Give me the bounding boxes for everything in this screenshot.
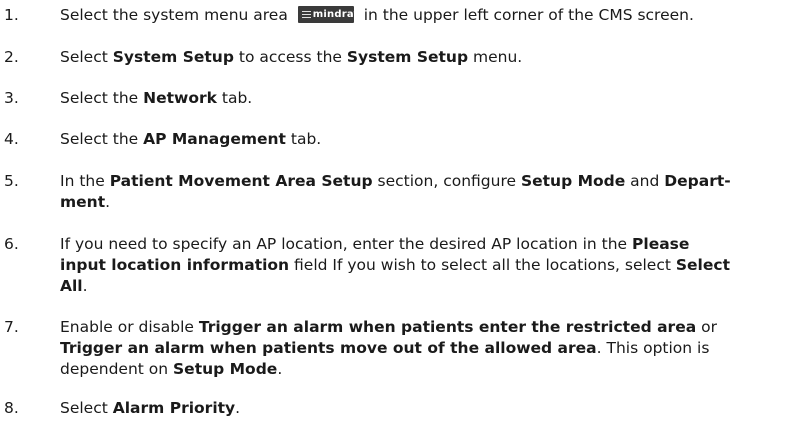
text-run: menu. [468,48,523,66]
text-run: Select the [60,130,144,148]
text-run: . This option is [596,339,710,357]
system-menu-icon: mindray [297,5,360,23]
text-run: Select [60,48,113,66]
text-run: in the upper left corner of the CMS scre… [358,6,694,24]
text-run: Enable or disable [60,318,199,336]
text-run: . [235,399,241,417]
step-text: Select Alarm Priority. [60,398,795,419]
text-run: dependent on [60,360,174,378]
bold-term: Setup Mode [173,360,278,378]
bold-term: Setup Mode [520,172,626,190]
step-number: 5. [4,172,19,190]
text-run: tab. [285,130,322,148]
text-run: . [277,360,283,378]
bold-term: AP Management [143,130,286,148]
step-text: Select the AP Management tab. [60,129,795,150]
bold-term: Select [675,256,730,274]
text-run: In the [60,172,110,190]
step-number: 2. [4,48,19,66]
text-run: or [696,318,717,336]
text-run: Select the [60,89,144,107]
bold-term: ment [60,193,106,211]
step-number: 4. [4,130,19,148]
step-number: 6. [4,235,19,253]
bold-term: Trigger an alarm when patients move out … [60,339,597,357]
step-text: Select the Network tab. [60,88,795,109]
text-run: field If you wish to select all the loca… [289,256,676,274]
text-run: tab. [216,89,253,107]
text-run: and [625,172,665,190]
step-number: 1. [4,6,19,24]
bold-term: Please [632,235,690,253]
step-number: 7. [4,318,19,336]
text-run: to access the [233,48,347,66]
step-number: 8. [4,399,19,417]
text-run: Select [60,399,113,417]
step-text: Enable or disable Trigger an alarm when … [60,317,795,380]
text-run: section, configure [372,172,521,190]
bold-term: input location information [60,256,290,274]
text-run: . [82,277,88,295]
bold-term: Trigger an alarm when patients enter the… [198,318,697,336]
step-number: 3. [4,89,19,107]
brand-label: mindray [312,8,361,20]
bold-term: Alarm Priority [112,399,236,417]
step-text: In the Patient Movement Area Setup secti… [60,171,795,213]
step-text: Select the system menu area mindray in t… [60,5,795,26]
text-run: If you need to specify an AP location, e… [60,235,633,253]
step-text: If you need to specify an AP location, e… [60,234,795,297]
bold-term: Patient Movement Area Setup [109,172,373,190]
step-text: Select System Setup to access the System… [60,47,795,68]
text-run: Select the system menu area [60,6,293,24]
text-run: . [105,193,111,211]
bold-term: Depart- [664,172,731,190]
bold-term: Network [143,89,217,107]
menu-bars-icon [301,10,311,18]
bold-term: System Setup [346,48,469,66]
bold-term: All [60,277,83,295]
bold-term: System Setup [112,48,234,66]
